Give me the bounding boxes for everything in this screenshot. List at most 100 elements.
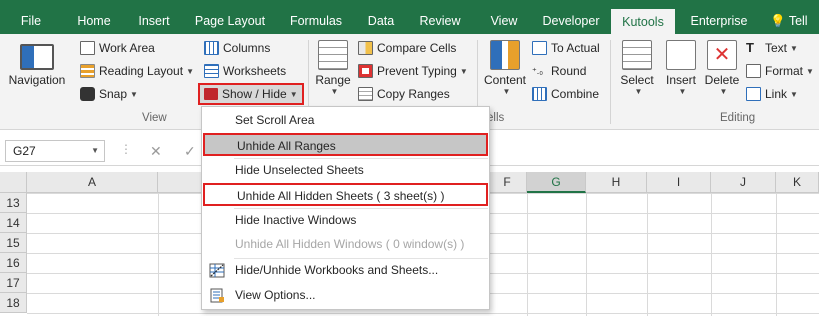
column-header-f[interactable]: F [488,172,527,193]
round-icon: ⁺.₀ [532,66,543,76]
menu-item-set-scroll-area[interactable]: Set Scroll Area [203,109,488,132]
row-header-13[interactable]: 13 [0,193,27,213]
text-label: Text [765,41,788,55]
text-button[interactable]: T Text ▼ [746,38,798,58]
gridline [776,193,777,316]
chevron-down-icon[interactable]: ▼ [91,141,99,161]
menu-item-label: Hide Unselected Sheets [235,163,364,177]
enter-icon[interactable]: ✓ [184,143,196,160]
select-all-corner[interactable] [0,172,27,193]
menu-item-unhide-all-hidden-sheets[interactable]: Unhide All Hidden Sheets ( 3 sheet(s) ) [203,183,488,206]
reading-layout-button[interactable]: Reading Layout ▼ [80,61,194,81]
tab-data[interactable]: Data [358,8,404,34]
combine-button[interactable]: Combine [532,84,599,104]
workbook-sheets-icon [209,263,225,278]
link-button[interactable]: Link ▼ [746,84,798,104]
chevron-down-icon: ▼ [806,66,814,76]
row-header-18[interactable]: 18 [0,293,27,313]
chevron-down-icon: ▼ [330,87,339,96]
gridline [158,193,159,316]
select-button[interactable]: Select ▼ [616,40,658,96]
lightbulb-icon: 💡 [770,14,786,28]
chevron-down-icon: ▼ [186,66,194,76]
name-box-value: G27 [13,144,36,158]
format-label: Format [765,64,804,78]
tab-view[interactable]: View [476,8,532,34]
navigation-pane-icon [20,44,54,70]
prevent-typing-button[interactable]: Prevent Typing ▼ [358,61,468,81]
column-header-j[interactable]: J [711,172,776,193]
gridline [586,193,587,316]
worksheets-label: Worksheets [223,64,287,78]
chevron-down-icon: ▼ [502,87,511,96]
menu-item-hide-unselected-sheets[interactable]: Hide Unselected Sheets [203,159,488,182]
show-hide-label: Show / Hide [222,87,287,101]
navigation-button[interactable]: Navigation [4,40,70,87]
tab-insert[interactable]: Insert [128,8,180,34]
row-header-16[interactable]: 16 [0,253,27,273]
tab-review[interactable]: Review [410,8,470,34]
to-actual-button[interactable]: To Actual [532,38,600,58]
prevent-typing-label: Prevent Typing [377,64,457,78]
menu-item-view-options[interactable]: View Options... [203,284,488,307]
reading-layout-icon [80,64,95,78]
menu-item-hide-unhide-workbooks-and-sheets[interactable]: Hide/Unhide Workbooks and Sheets... [203,259,488,282]
work-area-label: Work Area [99,41,155,55]
worksheets-button[interactable]: Worksheets [204,61,286,81]
range-button[interactable]: Range ▼ [312,40,354,96]
menu-item-label: Hide Inactive Windows [235,213,357,227]
drag-handle-icon[interactable]: ⋮ [120,142,132,156]
chevron-down-icon: ▼ [790,89,798,99]
column-header-g[interactable]: G [527,172,586,193]
row-header-15[interactable]: 15 [0,233,27,253]
column-header-i[interactable]: I [647,172,711,193]
content-label: Content [483,73,527,87]
snap-button[interactable]: Snap ▼ [80,84,138,104]
columns-button[interactable]: Columns [204,38,270,58]
content-button[interactable]: Content ▼ [480,40,530,96]
column-header-h[interactable]: H [586,172,647,193]
text-icon: T [746,40,754,55]
compare-cells-icon [358,41,373,55]
copy-ranges-label: Copy Ranges [377,87,450,101]
delete-label: Delete [704,73,740,87]
compare-cells-button[interactable]: Compare Cells [358,38,456,58]
row-header-14[interactable]: 14 [0,213,27,233]
tab-enterprise[interactable]: Enterprise [683,8,755,34]
insert-button[interactable]: Insert ▼ [660,40,702,96]
cancel-icon[interactable]: ✕ [150,143,162,160]
menu-item-label: Unhide All Hidden Sheets ( 3 sheet(s) ) [237,189,445,203]
columns-icon [204,41,219,55]
show-hide-dropdown-menu: Set Scroll Area Unhide All Ranges Hide U… [201,106,490,310]
menu-item-unhide-all-ranges[interactable]: Unhide All Ranges [203,133,488,156]
chevron-down-icon: ▼ [459,66,468,76]
column-header-a[interactable]: A [27,172,158,193]
tab-file[interactable]: File [8,8,54,34]
tab-page-layout[interactable]: Page Layout [188,8,272,34]
to-actual-icon [532,41,547,55]
format-icon [746,64,761,78]
tab-kutools[interactable]: Kutools [611,9,675,34]
work-area-icon [80,41,95,55]
chevron-down-icon: ▼ [790,43,798,53]
tell-me-search[interactable]: 💡 Tell m [770,8,819,54]
name-box[interactable]: G27 ▼ [5,140,105,162]
copy-ranges-button[interactable]: Copy Ranges [358,84,450,104]
range-icon [318,40,348,70]
delete-button[interactable]: ✕ Delete ▼ [702,40,742,96]
format-button[interactable]: Format ▼ [746,61,814,81]
work-area-button[interactable]: Work Area [80,38,155,58]
menu-item-unhide-all-hidden-windows: Unhide All Hidden Windows ( 0 window(s) … [203,233,488,256]
round-button[interactable]: ⁺.₀ Round [532,61,586,81]
delete-icon: ✕ [707,40,737,70]
tab-home[interactable]: Home [66,8,122,34]
tab-formulas[interactable]: Formulas [280,8,352,34]
row-header-17[interactable]: 17 [0,273,27,293]
tab-developer[interactable]: Developer [534,8,608,34]
menu-item-hide-inactive-windows[interactable]: Hide Inactive Windows [203,209,488,232]
round-label: Round [551,64,587,78]
show-hide-button[interactable]: Show / Hide ▼ [198,83,304,105]
navigation-label: Navigation [8,73,66,87]
column-header-k[interactable]: K [776,172,819,193]
menu-item-label: Unhide All Hidden Windows ( 0 window(s) … [235,237,465,251]
